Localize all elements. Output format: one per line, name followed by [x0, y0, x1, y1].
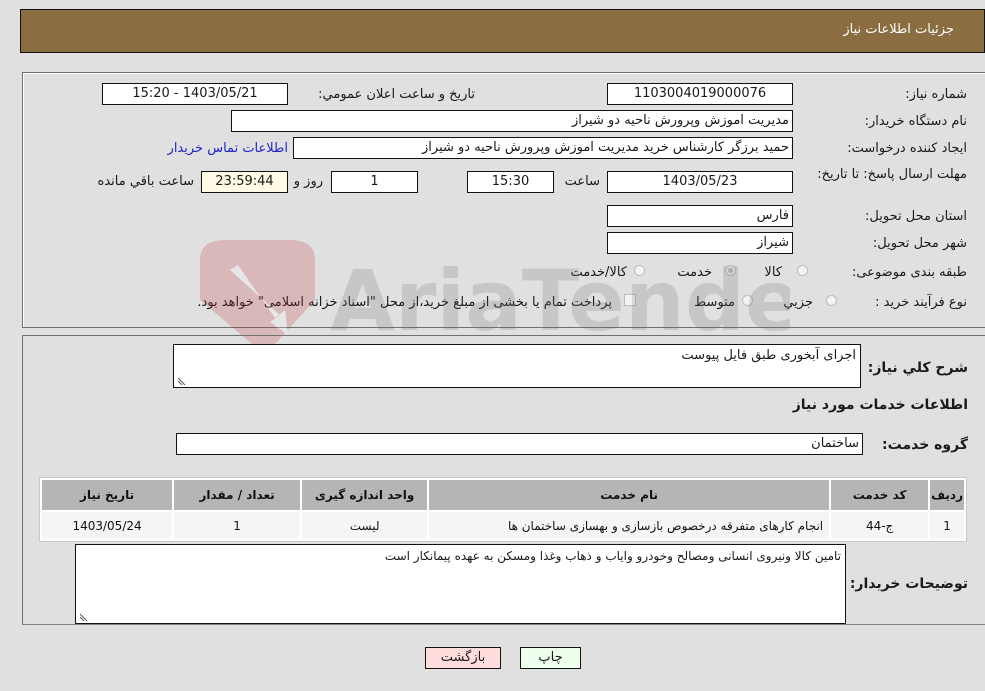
- city-field[interactable]: شيراز: [607, 232, 793, 254]
- time-remaining-field: 23:59:44: [201, 171, 288, 193]
- resize-grip-icon[interactable]: [176, 375, 186, 385]
- table-header-row: رديف کد خدمت نام خدمت واحد اندازه گيری ت…: [42, 480, 964, 510]
- general-desc-textarea[interactable]: اجرای آبخوری طبق فایل پیوست: [173, 344, 861, 388]
- back-button[interactable]: بازگشت: [425, 647, 501, 669]
- page-header: جزئيات اطلاعات نياز: [20, 9, 985, 53]
- process-radio-minor[interactable]: [826, 295, 837, 306]
- process-radio-medium[interactable]: [742, 295, 753, 306]
- days-label: روز و: [293, 174, 323, 189]
- category-label: طبقه بندی موضوعی:: [851, 265, 967, 280]
- announce-datetime-field[interactable]: 1403/05/21 - 15:20: [102, 83, 288, 105]
- general-desc-label: شرح کلي نياز:: [867, 360, 968, 376]
- process-option-medium: متوسط: [694, 295, 735, 310]
- buyer-notes-label: توضيحات خريدار:: [849, 576, 968, 592]
- col-service-code: کد خدمت: [831, 480, 929, 510]
- time-remaining-label: ساعت باقي مانده: [97, 174, 194, 189]
- table-row: 1 ج-44 انجام کارهای متفرقه درخصوص بازساز…: [42, 512, 964, 539]
- treasury-note: پرداخت تمام يا بخشی از مبلغ خريد،از محل …: [197, 295, 612, 310]
- province-label: استان محل تحويل:: [865, 209, 967, 224]
- general-desc-text: اجرای آبخوری طبق فایل پیوست: [681, 348, 856, 363]
- cell-service-name: انجام کارهای متفرقه درخصوص بازسازی و بهس…: [429, 512, 830, 539]
- resize-grip-icon[interactable]: [78, 611, 88, 621]
- category-radio-service[interactable]: [725, 265, 736, 276]
- buyer-contact-link[interactable]: اطلاعات تماس خريدار: [168, 141, 288, 156]
- need-number-label: شماره نياز:: [905, 87, 967, 102]
- deadline-time-label: ساعت: [564, 174, 600, 189]
- service-group-field[interactable]: ساختمان: [176, 433, 863, 455]
- need-number-field[interactable]: 1103004019000076: [607, 83, 793, 105]
- requester-label: ايجاد کننده درخواست:: [847, 141, 967, 156]
- cell-unit: ليست: [302, 512, 428, 539]
- print-button[interactable]: چاپ: [520, 647, 581, 669]
- deadline-time-field[interactable]: 15:30: [467, 171, 554, 193]
- cell-quantity: 1: [174, 512, 301, 539]
- city-label: شهر محل تحويل:: [872, 236, 967, 251]
- cell-need-date: 1403/05/24: [42, 512, 173, 539]
- col-unit: واحد اندازه گيری: [302, 480, 428, 510]
- category-option-goods: کالا: [764, 265, 782, 280]
- services-section-title: اطلاعات خدمات مورد نياز: [792, 397, 968, 413]
- buyer-notes-text: تامين کالا ونيروی انسانی ومصالح وخودرو و…: [384, 549, 841, 563]
- requester-field[interactable]: حميد برزگر کارشناس خريد مديريت اموزش وپر…: [293, 137, 793, 159]
- buyer-notes-textarea[interactable]: تامين کالا ونيروی انسانی ومصالح وخودرو و…: [75, 544, 846, 624]
- service-group-label: گروه خدمت:: [882, 437, 968, 453]
- category-option-service: خدمت: [677, 265, 712, 280]
- category-option-goods-service: کالا/خدمت: [570, 265, 627, 280]
- buyer-org-label: نام دستگاه خريدار:: [864, 114, 967, 129]
- col-quantity: تعداد / مقدار: [174, 480, 301, 510]
- services-table: رديف کد خدمت نام خدمت واحد اندازه گيری ت…: [39, 477, 967, 542]
- col-service-name: نام خدمت: [429, 480, 830, 510]
- buyer-org-field[interactable]: مديريت اموزش وپرورش ناحيه دو شيراز: [231, 110, 793, 132]
- deadline-date-field[interactable]: 1403/05/23: [607, 171, 793, 193]
- treasury-checkbox[interactable]: [624, 294, 636, 306]
- announce-datetime-label: تاريخ و ساعت اعلان عمومي:: [318, 87, 475, 102]
- col-row-number: رديف: [930, 480, 964, 510]
- page-title: جزئيات اطلاعات نياز: [843, 22, 954, 37]
- deadline-label: مهلت ارسال پاسخ: تا تاريخ:: [817, 167, 967, 182]
- category-radio-goods[interactable]: [797, 265, 808, 276]
- days-remaining-field[interactable]: 1: [331, 171, 418, 193]
- purchase-process-label: نوع فرآيند خريد :: [875, 295, 967, 310]
- col-need-date: تاريخ نياز: [42, 480, 173, 510]
- process-option-minor: جزيي: [783, 295, 813, 310]
- category-radio-goods-service[interactable]: [634, 265, 645, 276]
- cell-service-code: ج-44: [831, 512, 929, 539]
- province-field[interactable]: فارس: [607, 205, 793, 227]
- cell-row-number: 1: [930, 512, 964, 539]
